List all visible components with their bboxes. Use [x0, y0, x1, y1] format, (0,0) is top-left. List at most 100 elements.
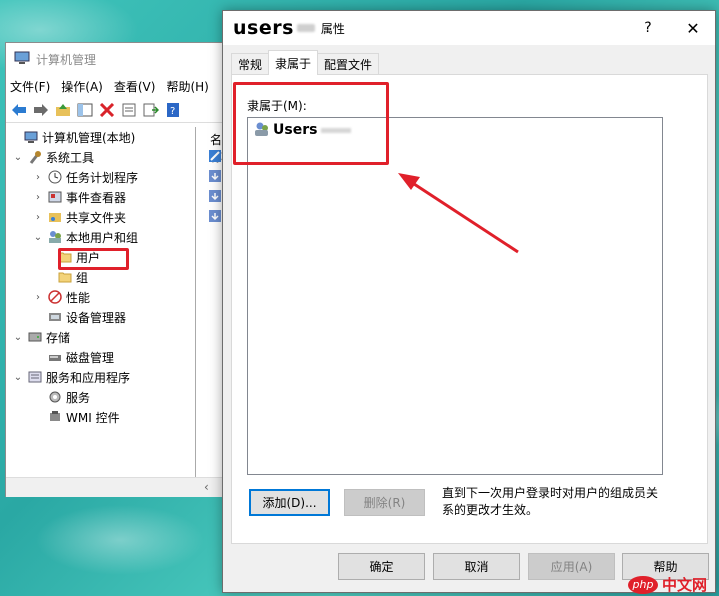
- users-icon: [47, 229, 63, 245]
- tree-label: 性能: [66, 290, 91, 305]
- group-icon: [254, 121, 270, 140]
- expand-chevron-icon[interactable]: ›: [32, 212, 44, 223]
- redacted-text: [321, 127, 352, 133]
- watermark-text: 中文网: [662, 576, 708, 594]
- group-item-users[interactable]: Users: [254, 120, 352, 140]
- performance-icon: [47, 289, 63, 305]
- tree-label: 服务: [66, 390, 91, 405]
- cancel-button[interactable]: 取消: [433, 553, 520, 580]
- tree-node-services[interactable]: 服务: [6, 387, 195, 407]
- help-icon[interactable]: ?: [164, 101, 182, 119]
- expand-chevron-icon[interactable]: ›: [32, 172, 44, 183]
- tree-label: 任务计划程序: [66, 170, 139, 185]
- tree-node-device-manager[interactable]: 设备管理器: [6, 307, 195, 327]
- ok-button[interactable]: 确定: [338, 553, 425, 580]
- tree-label: 服务和应用程序: [46, 370, 131, 385]
- collapse-chevron-icon[interactable]: ⌄: [12, 372, 24, 383]
- user-icon: [209, 170, 221, 182]
- tree-label: 计算机管理(本地): [42, 130, 136, 145]
- member-of-label: 隶属于(M):: [247, 99, 307, 113]
- tab-strip: 常规 隶属于 配置文件: [231, 50, 380, 75]
- cm-tree: 计算机管理(本地) ⌄ 系统工具 › 任务计划程序 › 事件查看器 › 共享文件…: [6, 127, 196, 477]
- tree-label: 存储: [46, 330, 71, 345]
- wmi-icon: [47, 409, 63, 425]
- folder-icon: [57, 269, 73, 285]
- redacted-text: [296, 24, 315, 32]
- dialog-username: users: [233, 17, 294, 39]
- tree-label: 设备管理器: [66, 310, 127, 325]
- cm-menubar: 文件(F) 操作(A) 查看(V) 帮助(H): [6, 75, 229, 97]
- expand-chevron-icon[interactable]: ›: [32, 192, 44, 203]
- show-hide-tree-icon[interactable]: [76, 101, 94, 119]
- user-properties-dialog: users 属性 ? ✕ 常规 隶属于 配置文件 隶属于(M): Users 添…: [222, 10, 716, 593]
- computer-management-icon: [14, 51, 30, 68]
- watermark-badge: php: [628, 575, 658, 594]
- menu-file[interactable]: 文件(F): [10, 78, 50, 95]
- cm-title: 计算机管理: [36, 52, 97, 67]
- scroll-left-icon[interactable]: ‹: [204, 480, 209, 494]
- user-icon: [209, 150, 221, 162]
- tree-node-services-apps[interactable]: ⌄ 服务和应用程序: [6, 367, 195, 387]
- tab-general[interactable]: 常规: [231, 53, 270, 75]
- tree-node-event-viewer[interactable]: › 事件查看器: [6, 187, 195, 207]
- collapse-chevron-icon[interactable]: ⌄: [12, 332, 24, 343]
- dialog-title: 属性: [320, 21, 345, 36]
- tree-node-computer-management[interactable]: 计算机管理(本地): [6, 127, 195, 147]
- tree-node-performance[interactable]: › 性能: [6, 287, 195, 307]
- tree-label: 事件查看器: [66, 190, 127, 205]
- tab-profile[interactable]: 配置文件: [317, 53, 380, 75]
- computer-management-window: 计算机管理 文件(F) 操作(A) 查看(V) 帮助(H) ? 计算机管理(本地…: [5, 42, 230, 497]
- expand-chevron-icon[interactable]: ›: [32, 292, 44, 303]
- tab-member-of[interactable]: 隶属于: [268, 50, 319, 75]
- tree-label: 用户: [76, 250, 101, 265]
- up-folder-icon[interactable]: [54, 101, 72, 119]
- cm-horizontal-scrollbar[interactable]: ‹: [6, 477, 229, 497]
- back-arrow-icon[interactable]: [10, 101, 28, 119]
- menu-view[interactable]: 查看(V): [114, 78, 156, 95]
- tools-icon: [27, 149, 43, 165]
- member-of-panel: 隶属于(M): Users 添加(D)... 删除(R) 直到下一次用户登录时对…: [231, 74, 708, 544]
- properties-icon[interactable]: [120, 101, 138, 119]
- user-icon: [209, 210, 221, 222]
- delete-icon[interactable]: [98, 101, 116, 119]
- collapse-chevron-icon[interactable]: ⌄: [32, 232, 44, 243]
- services-apps-icon: [27, 369, 43, 385]
- menu-action[interactable]: 操作(A): [61, 78, 103, 95]
- user-icon: [209, 190, 221, 202]
- tree-node-wmi-control[interactable]: WMI 控件: [6, 407, 195, 427]
- membership-note: 直到下一次用户登录时对用户的组成员关系的更改才生效。: [442, 486, 659, 517]
- tree-label: 组: [76, 270, 89, 285]
- tree-node-disk-management[interactable]: 磁盘管理: [6, 347, 195, 367]
- storage-icon: [27, 329, 43, 345]
- disk-icon: [47, 349, 63, 365]
- export-list-icon[interactable]: [142, 101, 160, 119]
- menu-help[interactable]: 帮助(H): [166, 78, 208, 95]
- add-button[interactable]: 添加(D)...: [249, 489, 330, 516]
- tree-node-storage[interactable]: ⌄ 存储: [6, 327, 195, 347]
- tree-node-users[interactable]: 用户: [6, 247, 195, 267]
- tree-label: WMI 控件: [66, 410, 120, 425]
- help-button[interactable]: ?: [628, 11, 668, 45]
- cm-titlebar: 计算机管理: [6, 43, 229, 75]
- tree-node-task-scheduler[interactable]: › 任务计划程序: [6, 167, 195, 187]
- clock-icon: [47, 169, 63, 185]
- tree-label: 系统工具: [46, 150, 95, 165]
- tree-node-shared-folders[interactable]: › 共享文件夹: [6, 207, 195, 227]
- folder-icon: [57, 249, 73, 265]
- tree-node-local-users-groups[interactable]: ⌄ 本地用户和组: [6, 227, 195, 247]
- collapse-chevron-icon[interactable]: ⌄: [12, 152, 24, 163]
- dialog-titlebar: users 属性 ? ✕: [223, 11, 715, 45]
- watermark: php 中文网: [628, 574, 707, 595]
- apply-button[interactable]: 应用(A): [528, 553, 615, 580]
- tree-node-groups[interactable]: 组: [6, 267, 195, 287]
- close-button[interactable]: ✕: [673, 11, 713, 45]
- device-manager-icon: [47, 309, 63, 325]
- forward-arrow-icon[interactable]: [32, 101, 50, 119]
- tree-node-system-tools[interactable]: ⌄ 系统工具: [6, 147, 195, 167]
- group-name: Users: [273, 122, 318, 138]
- group-listbox[interactable]: Users: [247, 117, 663, 475]
- tree-label: 磁盘管理: [66, 350, 115, 365]
- remove-button[interactable]: 删除(R): [344, 489, 425, 516]
- shared-folder-icon: [47, 209, 63, 225]
- event-viewer-icon: [47, 189, 63, 205]
